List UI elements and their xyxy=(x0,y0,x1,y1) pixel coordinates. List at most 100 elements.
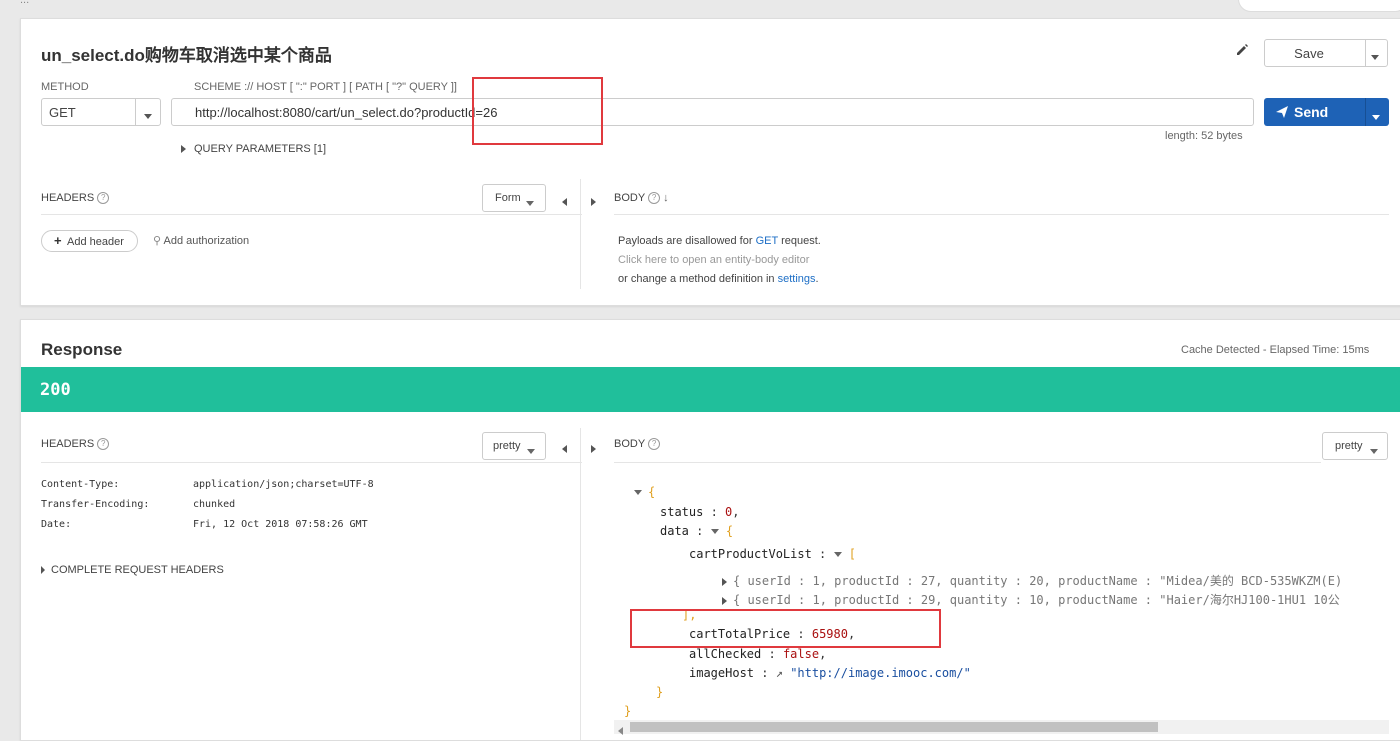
save-button-label: Save xyxy=(1294,46,1324,61)
json-brace: } xyxy=(656,685,664,699)
scheme-label: SCHEME :// HOST [ ":" PORT ] [ PATH [ "?… xyxy=(194,81,457,93)
form-toggle-label: Form xyxy=(495,192,521,204)
collapse-arrow-icon[interactable] xyxy=(833,552,842,557)
sort-icon[interactable]: ↓ xyxy=(663,192,669,204)
key-icon: ⚲ xyxy=(153,235,162,247)
method-label: METHOD xyxy=(41,81,89,93)
edit-pencil-icon[interactable] xyxy=(1235,43,1249,57)
body-disallowed-message: Payloads are disallowed for GET request.… xyxy=(618,232,821,289)
response-body-label-text: BODY xyxy=(614,438,645,450)
query-parameters-label: QUERY PARAMETERS [1] xyxy=(194,143,327,155)
collapse-left-icon[interactable] xyxy=(562,194,567,208)
request-body-label-text: BODY xyxy=(614,192,645,204)
body-pretty-label: pretty xyxy=(1335,440,1363,452)
horizontal-scrollbar[interactable] xyxy=(614,720,1389,737)
response-panel: Response Cache Detected - Elapsed Time: … xyxy=(20,319,1400,741)
response-headers-label-text: HEADERS xyxy=(41,438,95,450)
response-header-row: Transfer-Encoding: chunked xyxy=(41,499,235,510)
help-icon[interactable]: ? xyxy=(97,192,110,204)
request-title: un_select.do购物车取消选中某个商品 xyxy=(41,46,332,65)
header-name: Content-Type: xyxy=(41,479,120,490)
add-header-button[interactable]: + Add header xyxy=(41,230,138,252)
url-input[interactable]: http://localhost:8080/cart/un_select.do?… xyxy=(171,98,1254,126)
complete-request-headers-toggle[interactable]: COMPLETE REQUEST HEADERS xyxy=(41,564,224,576)
paper-plane-icon xyxy=(1275,105,1289,122)
plus-icon: + xyxy=(54,233,62,248)
response-header-row: Date: Fri, 12 Oct 2018 07:58:26 GMT xyxy=(41,519,368,530)
collapse-left-icon[interactable] xyxy=(562,441,567,455)
settings-link[interactable]: settings xyxy=(778,273,816,285)
pretty-chevron-down-icon xyxy=(1370,444,1378,458)
scrollbar-thumb[interactable] xyxy=(630,722,1158,732)
json-key: imageHost xyxy=(689,666,755,680)
body-msg-text-3: or change a method definition in xyxy=(618,273,775,285)
length-text: length: 52 bytes xyxy=(1165,130,1243,142)
scroll-left-icon[interactable] xyxy=(618,723,623,737)
help-icon[interactable]: ? xyxy=(648,438,661,450)
status-bar: 200 xyxy=(21,367,1400,412)
json-string[interactable]: "http://image.imooc.com/" xyxy=(790,666,971,680)
status-code: 200 xyxy=(40,380,71,400)
help-icon[interactable]: ? xyxy=(97,438,110,450)
expand-arrow-icon xyxy=(181,145,186,154)
json-collapsed-object: { userId : 1, productId : 27, quantity :… xyxy=(733,574,1343,588)
add-authorization-link[interactable]: ⚲ Add authorization xyxy=(153,234,249,247)
url-input-value: http://localhost:8080/cart/un_select.do?… xyxy=(195,105,498,120)
headers-pretty-label: pretty xyxy=(493,440,521,452)
body-msg-text-2: request. xyxy=(781,235,821,247)
complete-request-headers-label: COMPLETE REQUEST HEADERS xyxy=(51,564,224,576)
get-link[interactable]: GET xyxy=(756,235,778,247)
body-msg-period: . xyxy=(815,273,819,285)
form-toggle-button[interactable]: Form xyxy=(482,184,546,212)
method-select-value: GET xyxy=(49,105,76,120)
request-body-label: BODY ? ↓ xyxy=(614,192,669,204)
header-value: application/json;charset=UTF-8 xyxy=(193,479,374,490)
json-key: status xyxy=(660,505,704,519)
breadcrumb: ... xyxy=(20,0,30,6)
header-value: Fri, 12 Oct 2018 07:58:26 GMT xyxy=(193,519,368,530)
response-body-label: BODY ? xyxy=(614,438,661,450)
form-chevron-down-icon xyxy=(526,196,534,210)
json-key: data xyxy=(660,524,689,538)
header-name: Date: xyxy=(41,519,72,530)
help-icon[interactable]: ? xyxy=(648,192,661,204)
method-select[interactable]: GET xyxy=(41,98,161,126)
save-dropdown-chevron-down-icon[interactable] xyxy=(1371,50,1379,64)
collapse-arrow-icon[interactable] xyxy=(710,529,719,534)
request-headers-label: HEADERS ? xyxy=(41,192,110,204)
response-headers-label: HEADERS ? xyxy=(41,438,110,450)
add-authorization-label: Add authorization xyxy=(163,235,250,247)
add-header-label: Add header xyxy=(67,236,124,248)
collapse-right-icon[interactable] xyxy=(591,441,596,455)
query-parameters-toggle[interactable]: QUERY PARAMETERS [1] xyxy=(181,143,326,155)
json-viewer: { status : 0, data : { cartProductVoList… xyxy=(624,485,1343,718)
header-name: Transfer-Encoding: xyxy=(41,499,150,510)
expand-arrow-icon xyxy=(41,566,45,575)
open-entity-editor-link[interactable]: Click here to open an entity-body editor xyxy=(618,251,821,270)
json-boolean: false xyxy=(782,647,820,661)
method-chevron-down-icon xyxy=(144,109,152,123)
expand-arrow-icon[interactable] xyxy=(722,577,727,586)
response-header-row: Content-Type: application/json;charset=UT… xyxy=(41,479,374,490)
collapse-right-icon[interactable] xyxy=(591,194,596,208)
response-title: Response xyxy=(41,340,123,359)
headers-pretty-button[interactable]: pretty xyxy=(482,432,546,460)
json-collapsed-object: { userId : 1, productId : 29, quantity :… xyxy=(733,593,1340,607)
environment-button[interactable]: ... xyxy=(1238,0,1400,12)
json-key: cartProductVoList xyxy=(689,547,812,561)
request-panel: un_select.do购物车取消选中某个商品 Save METHOD SCHE… xyxy=(20,18,1400,306)
request-headers-label-text: HEADERS xyxy=(41,192,95,204)
pretty-chevron-down-icon xyxy=(527,444,535,458)
body-msg-text: Payloads are disallowed for xyxy=(618,235,753,247)
expand-arrow-icon[interactable] xyxy=(722,596,727,605)
send-button[interactable]: Send xyxy=(1264,98,1389,126)
highlight-box-url-param xyxy=(472,77,603,145)
body-pretty-button[interactable]: pretty xyxy=(1322,432,1388,460)
json-brace: { xyxy=(648,485,656,499)
highlight-box-total-price xyxy=(630,609,941,648)
json-number: 0 xyxy=(725,505,733,519)
save-button[interactable]: Save xyxy=(1264,39,1388,67)
send-dropdown-chevron-down-icon[interactable] xyxy=(1372,109,1380,123)
collapse-arrow-icon[interactable] xyxy=(634,490,642,495)
external-link-icon[interactable]: ↗ xyxy=(776,666,783,680)
